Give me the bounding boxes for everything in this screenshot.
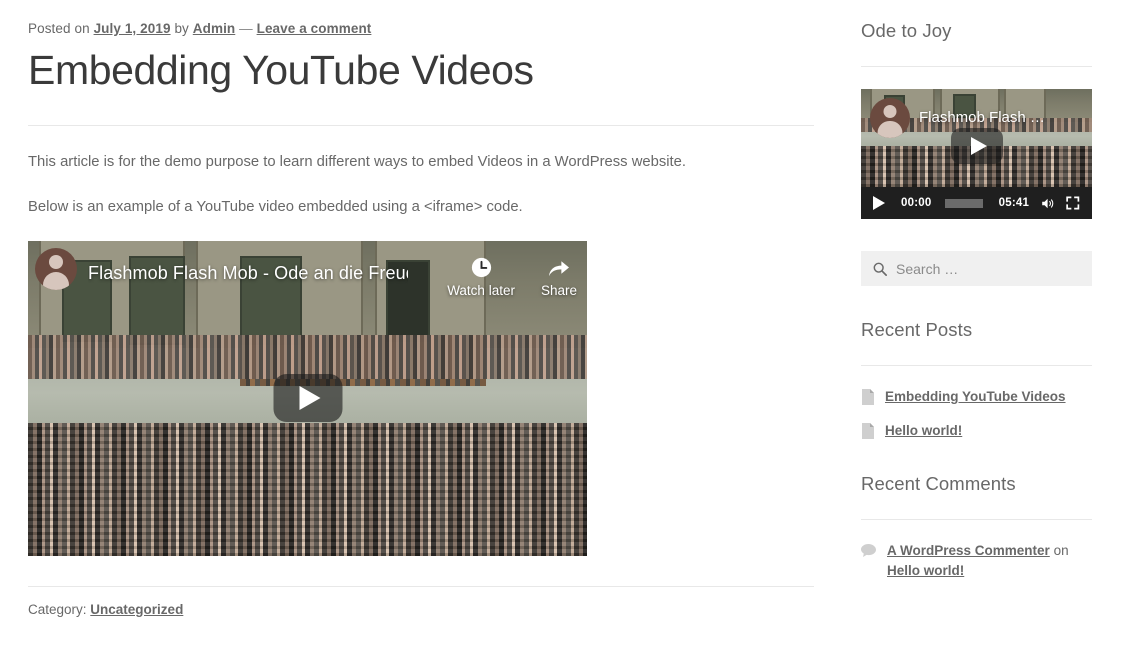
search-icon [873,262,887,276]
widget-divider [861,519,1092,521]
category-link[interactable]: Uncategorized [90,602,183,617]
volume-icon[interactable] [1041,196,1055,211]
widget-recent-posts: Recent Posts Embedding YouTube Videos He… [861,319,1092,440]
widget-recent-comments: Recent Comments A WordPress Commenter on… [861,473,1092,580]
play-icon [970,137,987,156]
recent-post-link[interactable]: Embedding YouTube Videos [885,387,1066,407]
sidebar-channel-avatar [870,98,910,138]
share-label: Share [540,282,577,298]
widget-title-ode-to-joy: Ode to Joy [861,20,952,41]
watch-later-label: Watch later [447,282,515,298]
fullscreen-icon[interactable] [1066,195,1080,211]
share-button[interactable]: Share [541,257,577,298]
list-item: A WordPress Commenter on Hello world! [861,541,1092,580]
widget-title-recent-comments: Recent Comments [861,473,1016,495]
post-author-link[interactable]: Admin [193,21,236,36]
widget-divider [861,66,1092,67]
clock-icon [471,257,491,277]
watch-later-button[interactable]: Watch later [447,257,515,298]
paragraph-embed-note: Below is an example of a YouTube video e… [28,199,523,216]
leave-comment-link[interactable]: Leave a comment [257,21,372,36]
widget-divider [861,365,1092,366]
page-root: Posted on July 1, 2019 by Admin — Leave … [0,0,1122,672]
recent-post-link[interactable]: Hello world! [885,421,962,441]
widget-ode-to-joy: Ode to Joy Flashmob Flash … 00:00 05:41 [861,0,1092,219]
comment-post-link[interactable]: Hello world! [887,563,964,578]
sidebar-video-title[interactable]: Flashmob Flash … [919,109,1045,126]
video-actions: Watch later Share [447,257,577,298]
post-date-link[interactable]: July 1, 2019 [94,21,171,36]
play-icon[interactable] [873,196,885,210]
duration-time: 05:41 [998,197,1030,209]
sidebar-video-player[interactable]: Flashmob Flash … 00:00 05:41 [861,89,1092,219]
play-button[interactable] [273,374,342,423]
recent-posts-list: Embedding YouTube Videos Hello world! [861,387,1092,440]
article-column: Posted on July 1, 2019 by Admin — Leave … [28,0,814,617]
list-item: Embedding YouTube Videos [861,387,1092,407]
list-item: Hello world! [861,421,1092,441]
video-title[interactable]: Flashmob Flash Mob - Ode an die Freud… [88,263,408,284]
channel-avatar [35,247,77,290]
entry-footer: Category: Uncategorized [28,587,814,617]
video-controls-bar: 00:00 05:41 [861,187,1092,219]
current-time: 00:00 [901,197,932,209]
meta-separator: — [239,21,253,36]
share-icon [549,261,570,276]
search-form[interactable] [861,251,1092,286]
widget-search [861,251,1092,286]
search-input[interactable] [887,260,1092,277]
document-icon [862,422,874,439]
widget-title-recent-posts: Recent Posts [861,319,973,340]
comment-entry: A WordPress Commenter on Hello world! [887,541,1092,580]
youtube-embed-player[interactable]: Flashmob Flash Mob - Ode an die Freud… W… [28,240,587,556]
posted-on-label: Posted on [28,21,90,36]
category-label: Category: [28,601,87,617]
sidebar-play-overlay-button[interactable] [950,128,1003,165]
comment-author-link[interactable]: A WordPress Commenter [887,543,1050,558]
play-icon [299,386,321,411]
progress-bar[interactable] [945,198,983,208]
document-icon [862,389,874,405]
recent-comments-list: A WordPress Commenter on Hello world! [861,541,1092,580]
comment-icon [861,544,876,558]
comment-on-label: on [1053,543,1069,559]
entry-content: This article is for the demo purpose to … [28,126,814,556]
page-title: Embedding YouTube Videos [28,47,534,93]
entry-meta: Posted on July 1, 2019 by Admin — Leave … [28,0,814,36]
by-label: by [174,21,189,36]
sidebar: Ode to Joy Flashmob Flash … 00:00 05:41 … [861,0,1092,594]
paragraph-intro: This article is for the demo purpose to … [28,154,686,171]
